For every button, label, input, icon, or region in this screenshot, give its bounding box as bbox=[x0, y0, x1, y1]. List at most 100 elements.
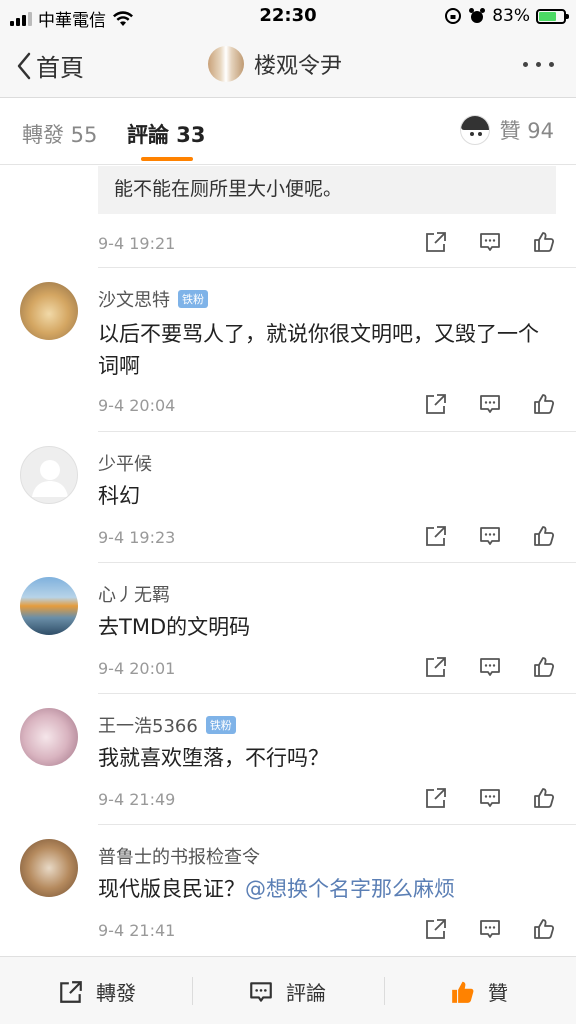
comment-meta: 9-4 19:23 bbox=[98, 524, 556, 554]
comment-time: 9-4 19:23 bbox=[98, 528, 176, 547]
bottom-action-bar: 轉發 評論 贊 bbox=[0, 956, 576, 1024]
thumbs-up-icon[interactable] bbox=[532, 786, 556, 810]
comment-actions bbox=[424, 524, 556, 548]
comment-label: 評論 bbox=[286, 981, 326, 1005]
thumbs-up-icon[interactable] bbox=[532, 392, 556, 416]
repost-icon[interactable] bbox=[424, 230, 448, 254]
commenter-avatar[interactable] bbox=[20, 446, 78, 504]
author-name[interactable]: 楼观令尹 bbox=[254, 48, 342, 80]
comment-item[interactable]: 沙文思特 铁粉 以后不要骂人了，就说你很文明吧，又毁了一个词啊 9-4 20:0… bbox=[0, 268, 576, 430]
reply-icon[interactable] bbox=[478, 917, 502, 941]
comment-meta: 9-4 21:41 bbox=[98, 917, 556, 947]
comment-meta: 9-4 19:21 bbox=[98, 230, 556, 260]
comment-item[interactable]: 王一浩5366 铁粉 我就喜欢堕落，不行吗？ 9-4 21:49 bbox=[0, 694, 576, 824]
battery-icon bbox=[536, 8, 569, 24]
fan-badge: 铁粉 bbox=[205, 716, 236, 734]
thumbs-up-icon[interactable] bbox=[532, 655, 556, 679]
rotation-lock-icon bbox=[445, 8, 462, 24]
comment-text: 以后不要骂人了，就说你很文明吧，又毁了一个词啊 bbox=[98, 322, 539, 378]
quoted-reply-text: 能不能在厕所里大小便呢。 bbox=[114, 178, 343, 200]
commenter-name-row: 普鲁士的书报检查令 bbox=[98, 843, 260, 869]
tab-like-label: 贊 94 bbox=[499, 119, 554, 143]
reply-icon[interactable] bbox=[478, 524, 502, 548]
reply-icon[interactable] bbox=[478, 786, 502, 810]
like-label: 贊 bbox=[488, 981, 508, 1005]
repost-icon[interactable] bbox=[424, 655, 448, 679]
status-right: 83% bbox=[444, 6, 569, 26]
thumbs-up-icon[interactable] bbox=[532, 917, 556, 941]
repost-label: 轉發 bbox=[96, 981, 136, 1005]
separator bbox=[384, 977, 385, 1005]
tab-comment[interactable]: 評論 33 bbox=[127, 119, 206, 149]
like-button[interactable]: 贊 bbox=[450, 977, 508, 1006]
commenter-avatar[interactable] bbox=[20, 708, 78, 766]
comment-time: 9-4 20:04 bbox=[98, 396, 176, 415]
comment-text: 去TMD的文明码 bbox=[98, 615, 251, 639]
commenter-avatar[interactable] bbox=[20, 282, 78, 340]
thumbs-up-icon[interactable] bbox=[532, 524, 556, 548]
nav-bar: 首頁 楼观令尹 bbox=[0, 32, 576, 98]
thumbs-up-icon[interactable] bbox=[532, 230, 556, 254]
commenter-name[interactable]: 少平候 bbox=[98, 450, 152, 476]
active-tab-indicator bbox=[141, 157, 193, 161]
commenter-avatar[interactable] bbox=[20, 839, 78, 897]
repost-icon[interactable] bbox=[424, 524, 448, 548]
separator bbox=[192, 977, 193, 1005]
liker-avatar bbox=[459, 115, 490, 145]
commenter-name[interactable]: 心丿无羁 bbox=[98, 581, 170, 607]
commenter-name-row: 沙文思特 铁粉 bbox=[98, 286, 208, 312]
alarm-icon bbox=[469, 8, 486, 23]
comment-time: 9-4 21:49 bbox=[98, 790, 176, 809]
comment-item[interactable]: 心丿无羁 去TMD的文明码 9-4 20:01 bbox=[0, 563, 576, 693]
mention-link[interactable]: @想换个名字那么麻烦 bbox=[245, 877, 455, 901]
commenter-name[interactable]: 普鲁士的书报检查令 bbox=[98, 843, 260, 869]
tab-bar: 轉發 55 評論 33 贊 94 bbox=[0, 99, 576, 165]
repost-icon bbox=[60, 980, 82, 1003]
repost-button[interactable]: 轉發 bbox=[58, 977, 136, 1006]
repost-icon[interactable] bbox=[424, 917, 448, 941]
comment-list[interactable]: 能不能在厕所里大小便呢。 9-4 19:21 沙文思特 铁粉 以后不要骂人了，就… bbox=[0, 166, 576, 954]
author-avatar[interactable] bbox=[208, 46, 244, 82]
repost-icon[interactable] bbox=[424, 786, 448, 810]
comment-text-body: 现代版良民证？ bbox=[98, 877, 245, 901]
comment-time: 9-4 19:21 bbox=[98, 234, 176, 253]
comment-text: 我就喜欢堕落，不行吗？ bbox=[98, 746, 329, 770]
commenter-name-row: 王一浩5366 铁粉 bbox=[98, 712, 236, 738]
chevron-left-icon bbox=[17, 52, 31, 79]
comment-meta: 9-4 20:01 bbox=[98, 655, 556, 685]
back-button[interactable]: 首頁 bbox=[16, 48, 84, 83]
comment-actions bbox=[424, 917, 556, 941]
commenter-name-row: 少平候 bbox=[98, 450, 152, 476]
quoted-reply[interactable]: 能不能在厕所里大小便呢。 bbox=[98, 166, 556, 214]
tab-repost[interactable]: 轉發 55 bbox=[22, 119, 97, 149]
commenter-name[interactable]: 王一浩5366 bbox=[98, 712, 198, 738]
more-icon[interactable] bbox=[523, 62, 554, 67]
reply-icon[interactable] bbox=[478, 230, 502, 254]
thumbs-up-icon bbox=[452, 981, 474, 1003]
comment-time: 9-4 21:41 bbox=[98, 921, 176, 940]
comment-actions bbox=[424, 392, 556, 416]
comment-meta: 9-4 21:49 bbox=[98, 786, 556, 816]
comment-actions bbox=[424, 230, 556, 254]
comment-actions bbox=[424, 786, 556, 810]
comment-time: 9-4 20:01 bbox=[98, 659, 176, 678]
commenter-name[interactable]: 沙文思特 bbox=[98, 286, 170, 312]
status-bar: 中華電信 22:30 83% bbox=[0, 0, 576, 32]
comment-item[interactable]: 少平候 科幻 9-4 19:23 bbox=[0, 432, 576, 562]
comment-text: 科幻 bbox=[98, 484, 140, 508]
battery-percent: 83% bbox=[492, 6, 530, 26]
reply-icon[interactable] bbox=[478, 392, 502, 416]
comment-meta: 9-4 20:04 bbox=[98, 392, 556, 422]
commenter-name-row: 心丿无羁 bbox=[98, 581, 170, 607]
reply-icon[interactable] bbox=[478, 655, 502, 679]
comment-actions bbox=[424, 655, 556, 679]
tab-like[interactable]: 贊 94 bbox=[459, 115, 554, 145]
repost-icon[interactable] bbox=[424, 392, 448, 416]
back-label: 首頁 bbox=[36, 54, 84, 82]
author-header[interactable]: 楼观令尹 bbox=[208, 46, 342, 82]
commenter-avatar[interactable] bbox=[20, 577, 78, 635]
default-avatar-icon bbox=[32, 460, 68, 497]
fan-badge: 铁粉 bbox=[178, 290, 208, 308]
comment-item[interactable]: 普鲁士的书报检查令 现代版良民证？@想换个名字那么麻烦 9-4 21:41 bbox=[0, 825, 576, 954]
comment-button[interactable]: 評論 bbox=[248, 977, 326, 1006]
